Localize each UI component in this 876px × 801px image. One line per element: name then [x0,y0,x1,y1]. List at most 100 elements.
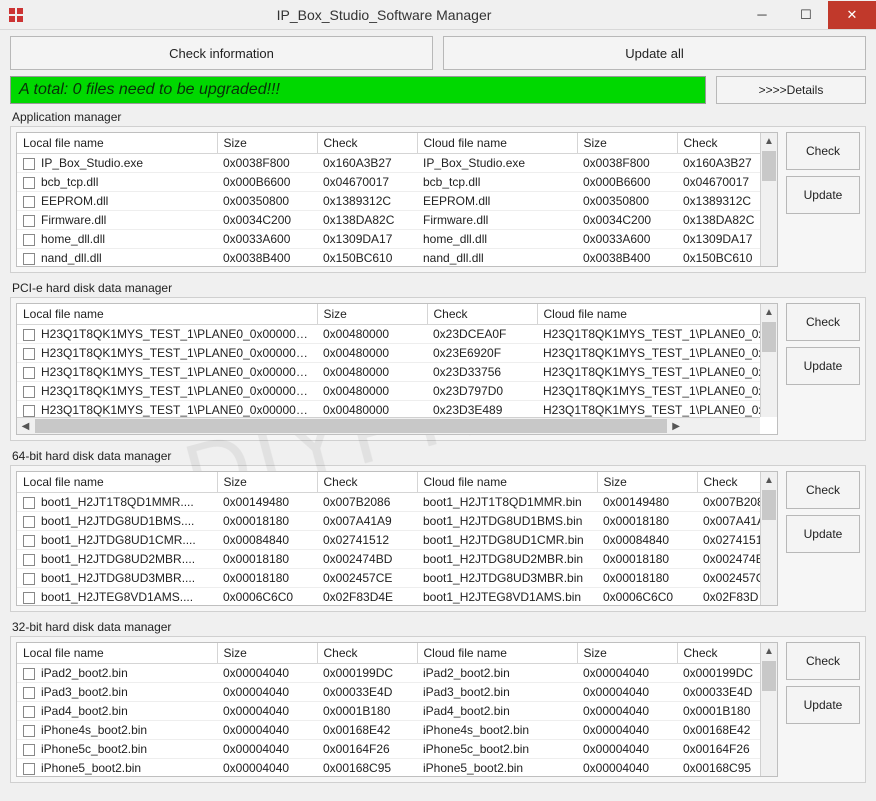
column-header[interactable]: Cloud file name [417,472,597,493]
update-all-button[interactable]: Update all [443,36,866,70]
cell-local-file: EEPROM.dll [17,192,217,211]
minimize-button[interactable]: ─ [740,1,784,29]
column-header[interactable]: Local file name [17,304,317,325]
table-row[interactable]: boot1_H2JT1T8QD1MMR....0x001494800x007B2… [17,493,760,512]
column-header[interactable]: Cloud file name [537,304,760,325]
table-row[interactable]: H23Q1T8QK1MYS_TEST_1\PLANE0_0x00000400.b… [17,401,760,418]
column-header[interactable]: Check [317,472,417,493]
row-checkbox[interactable] [23,573,35,585]
table-row[interactable]: home_dll.dll0x0033A6000x1309DA17home_dll… [17,230,760,249]
group-application-manager: Application manager Local file nameSizeC… [10,110,866,273]
app-table[interactable]: Local file nameSizeCheckCloud file nameS… [17,133,760,266]
cell-size: 0x00018180 [217,569,317,588]
vertical-scrollbar[interactable]: ▲ [760,643,777,776]
column-header[interactable]: Check [317,133,417,154]
bit64-table[interactable]: Local file nameSizeCheckCloud file nameS… [17,472,760,605]
row-checkbox[interactable] [23,725,35,737]
row-checkbox[interactable] [23,253,35,265]
bit64-update-button[interactable]: Update [786,515,860,553]
bit64-check-button[interactable]: Check [786,471,860,509]
check-information-button[interactable]: Check information [10,36,433,70]
table-row[interactable]: bcb_tcp.dll0x000B66000x04670017bcb_tcp.d… [17,173,760,192]
column-header[interactable]: Cloud file name [417,643,577,664]
row-checkbox[interactable] [23,554,35,566]
table-row[interactable]: iPad4_boot2.bin0x000040400x0001B180iPad4… [17,702,760,721]
app-check-button[interactable]: Check [786,132,860,170]
close-button[interactable]: ✕ [828,1,876,29]
row-checkbox[interactable] [23,196,35,208]
table-row[interactable]: IP_Box_Studio.exe0x0038F8000x160A3B27IP_… [17,154,760,173]
row-checkbox[interactable] [23,158,35,170]
column-header[interactable]: Size [577,133,677,154]
column-header[interactable]: Size [217,133,317,154]
row-checkbox[interactable] [23,329,35,341]
table-row[interactable]: iPad2_boot2.bin0x000040400x000199DCiPad2… [17,664,760,683]
row-checkbox[interactable] [23,386,35,398]
vertical-scrollbar[interactable]: ▲ [760,133,777,266]
row-checkbox[interactable] [23,687,35,699]
vertical-scrollbar[interactable]: ▲ [760,304,777,417]
column-header[interactable]: Check [677,133,760,154]
table-row[interactable]: boot1_H2JTDG8UD2MBR....0x000181800x00247… [17,550,760,569]
table-row[interactable]: iPhone4s_boot2.bin0x000040400x00168E42iP… [17,721,760,740]
row-checkbox[interactable] [23,348,35,360]
table-row[interactable]: H23Q1T8QK1MYS_TEST_1\PLANE0_0x00000100.b… [17,344,760,363]
row-checkbox[interactable] [23,592,35,604]
table-row[interactable]: H23Q1T8QK1MYS_TEST_1\PLANE0_0x00000200.b… [17,363,760,382]
cell-cloud-size: 0x00149480 [597,493,697,512]
row-checkbox[interactable] [23,763,35,775]
column-header[interactable]: Check [427,304,537,325]
horizontal-scrollbar[interactable]: ◀▶ [17,417,760,434]
column-header[interactable]: Check [697,472,760,493]
cell-size: 0x00480000 [317,344,427,363]
maximize-button[interactable]: ☐ [784,1,828,29]
row-checkbox[interactable] [23,405,35,417]
table-row[interactable]: H23Q1T8QK1MYS_TEST_1\PLANE0_0x00000300.b… [17,382,760,401]
bit32-update-button[interactable]: Update [786,686,860,724]
column-header[interactable]: Size [217,472,317,493]
pcie-update-button[interactable]: Update [786,347,860,385]
app-update-button[interactable]: Update [786,176,860,214]
row-checkbox[interactable] [23,706,35,718]
table-row[interactable]: boot1_H2JTDG8UD1CMR....0x000848400x02741… [17,531,760,550]
row-checkbox[interactable] [23,516,35,528]
table-row[interactable]: iPhone5c_boot2.bin0x000040400x00164F26iP… [17,740,760,759]
table-row[interactable]: H23Q1T8QK1MYS_TEST_1\PLANE0_0x00000000.b… [17,325,760,344]
column-header[interactable]: Size [577,643,677,664]
column-header[interactable]: Size [597,472,697,493]
column-header[interactable]: Check [677,643,760,664]
column-header[interactable]: Local file name [17,643,217,664]
cell-local-file: H23Q1T8QK1MYS_TEST_1\PLANE0_0x00000100.b… [17,344,317,363]
row-checkbox[interactable] [23,215,35,227]
row-checkbox[interactable] [23,668,35,680]
details-button[interactable]: >>>>Details [716,76,866,104]
column-header[interactable]: Local file name [17,472,217,493]
table-row[interactable]: iPhone5_boot2.bin0x000040400x00168C95iPh… [17,759,760,777]
column-header[interactable]: Local file name [17,133,217,154]
cell-check: 0x007B2086 [317,493,417,512]
column-header[interactable]: Check [317,643,417,664]
table-row[interactable]: Firmware.dll0x0034C2000x138DA82CFirmware… [17,211,760,230]
table-row[interactable]: EEPROM.dll0x003508000x1389312CEEPROM.dll… [17,192,760,211]
table-row[interactable]: boot1_H2JTDG8UD3MBR....0x000181800x00245… [17,569,760,588]
row-checkbox[interactable] [23,535,35,547]
column-header[interactable]: Size [317,304,427,325]
table-row[interactable]: boot1_H2JTDG8UD1BMS....0x000181800x007A4… [17,512,760,531]
vertical-scrollbar[interactable]: ▲ [760,472,777,605]
row-checkbox[interactable] [23,234,35,246]
row-checkbox[interactable] [23,497,35,509]
column-header[interactable]: Size [217,643,317,664]
pcie-check-button[interactable]: Check [786,303,860,341]
table-row[interactable]: boot1_H2JTEG8VD1AMS....0x0006C6C00x02F83… [17,588,760,606]
cell-size: 0x00004040 [217,740,317,759]
bit32-check-button[interactable]: Check [786,642,860,680]
cell-cloud-check: 0x007A41A9 [697,512,760,531]
row-checkbox[interactable] [23,367,35,379]
pcie-table[interactable]: Local file nameSizeCheckCloud file name … [17,304,760,417]
table-row[interactable]: nand_dll.dll0x0038B4000x150BC610nand_dll… [17,249,760,267]
cell-check: 0x04670017 [317,173,417,192]
bit32-table[interactable]: Local file nameSizeCheckCloud file nameS… [17,643,760,776]
table-row[interactable]: iPad3_boot2.bin0x000040400x00033E4DiPad3… [17,683,760,702]
row-checkbox[interactable] [23,177,35,189]
column-header[interactable]: Cloud file name [417,133,577,154]
